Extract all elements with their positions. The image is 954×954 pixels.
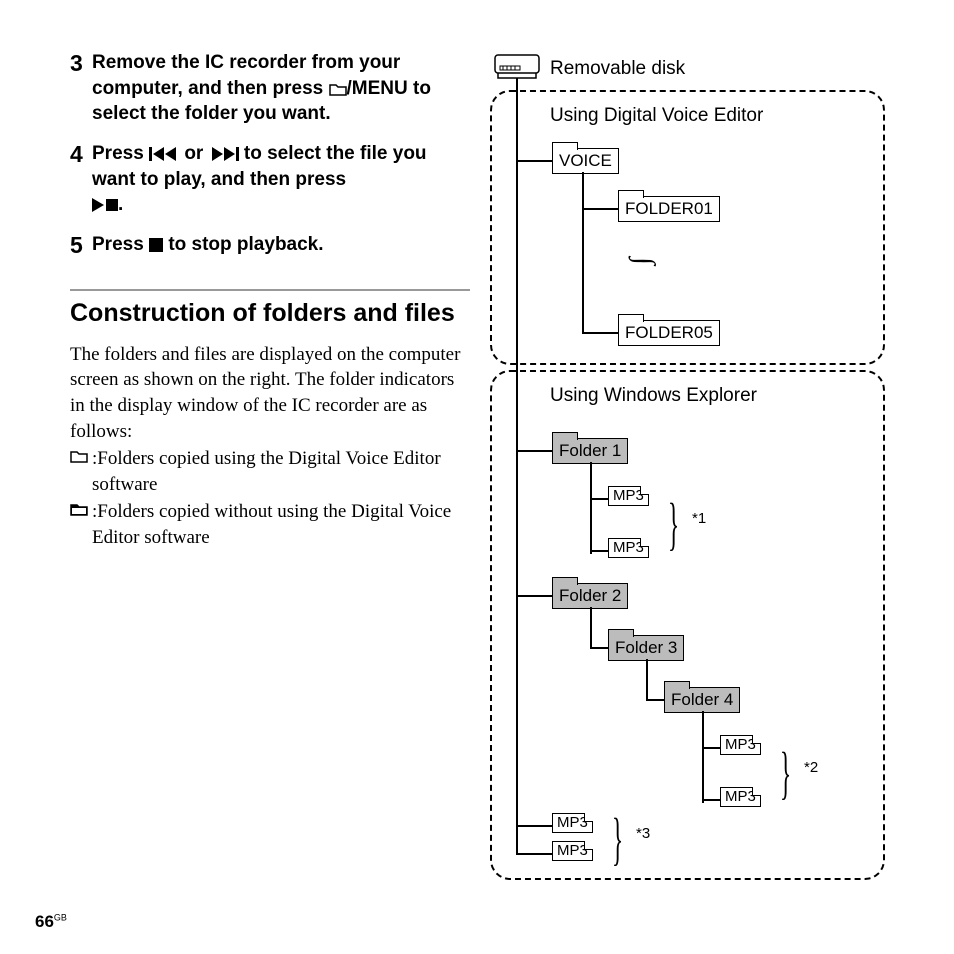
text: .: [118, 194, 123, 215]
prev-track-icon: [149, 143, 179, 157]
step-text: Press or to select the file you want to …: [92, 141, 470, 218]
annotation-3: *3: [636, 825, 650, 842]
brace-icon: }: [780, 739, 791, 806]
folder-01: FOLDER01: [618, 196, 720, 222]
text: to stop playback.: [163, 234, 323, 255]
body-text: The folders and files are displayed on t…: [70, 342, 470, 445]
tree-line: [516, 825, 552, 827]
brace-icon: }: [668, 490, 679, 557]
file-mp3: MP3: [608, 486, 649, 506]
file-mp3: MP3: [552, 813, 593, 833]
folder-3: Folder 3: [608, 635, 684, 661]
step-4: 4 Press or to select the file you want t…: [70, 141, 470, 218]
folder-outline-icon: [70, 446, 92, 468]
next-track-icon: [209, 143, 239, 157]
tree-line: [516, 853, 552, 855]
folder-1: Folder 1: [552, 438, 628, 464]
ellipsis-icon: ∫: [628, 257, 660, 265]
folder-05: FOLDER05: [618, 320, 720, 346]
folder-filled-icon: [70, 499, 92, 521]
tree-line: [516, 160, 552, 162]
folder-voice: VOICE: [552, 148, 619, 174]
file-mp3: MP3: [720, 735, 761, 755]
group-win-box: [490, 370, 885, 880]
step-number: 3: [70, 50, 92, 127]
annotation-2: *2: [804, 759, 818, 776]
text: Press: [92, 143, 149, 164]
step-number: 5: [70, 232, 92, 259]
disk-label: Removable disk: [550, 58, 685, 80]
text: or: [179, 143, 209, 164]
page-region: GB: [54, 912, 67, 922]
play-pause-icon: [92, 194, 118, 208]
file-mp3: MP3: [720, 787, 761, 807]
tree-line: [646, 659, 648, 699]
step-3: 3 Remove the IC recorder from your compu…: [70, 50, 470, 127]
tree-line: [590, 498, 608, 500]
tree-line: [590, 550, 608, 552]
divider: [70, 289, 470, 291]
file-mp3: MP3: [552, 841, 593, 861]
tree-line: [590, 647, 608, 649]
page-number: 66GB: [35, 912, 67, 932]
tree-line: [516, 450, 552, 452]
stop-icon: [149, 234, 163, 248]
annotation-1: *1: [692, 510, 706, 527]
legend-text: :Folders copied without using the Digita…: [92, 499, 470, 550]
folder-2: Folder 2: [552, 583, 628, 609]
legend-text: :Folders copied using the Digital Voice …: [92, 446, 470, 497]
section-title: Construction of folders and files: [70, 299, 470, 328]
step-number: 4: [70, 141, 92, 218]
legend-row-dve: :Folders copied using the Digital Voice …: [70, 446, 470, 497]
tree-line: [582, 332, 618, 334]
folder-4: Folder 4: [664, 687, 740, 713]
page-num-value: 66: [35, 912, 54, 931]
left-column: 3 Remove the IC recorder from your compu…: [70, 50, 470, 880]
tree-line: [646, 699, 664, 701]
tree-line: [582, 172, 584, 332]
folder-diagram: Removable disk Using Digital Voice Edito…: [490, 50, 890, 880]
file-mp3: MP3: [608, 538, 649, 558]
group-dve-title: Using Digital Voice Editor: [550, 105, 763, 127]
tree-line: [590, 607, 592, 647]
tree-line: [516, 595, 552, 597]
tree-line: [702, 711, 704, 803]
folder-outline-icon: [329, 78, 347, 92]
step-text: Remove the IC recorder from your compute…: [92, 50, 470, 127]
brace-icon: }: [612, 805, 623, 872]
tree-line: [590, 462, 592, 554]
step-5: 5 Press to stop playback.: [70, 232, 470, 259]
legend-row-other: :Folders copied without using the Digita…: [70, 499, 470, 550]
group-win-title: Using Windows Explorer: [550, 385, 757, 407]
tree-line: [702, 799, 720, 801]
text: Press: [92, 234, 149, 255]
tree-line: [582, 208, 618, 210]
right-column: Removable disk Using Digital Voice Edito…: [490, 50, 914, 880]
step-text: Press to stop playback.: [92, 232, 324, 259]
tree-line: [702, 747, 720, 749]
